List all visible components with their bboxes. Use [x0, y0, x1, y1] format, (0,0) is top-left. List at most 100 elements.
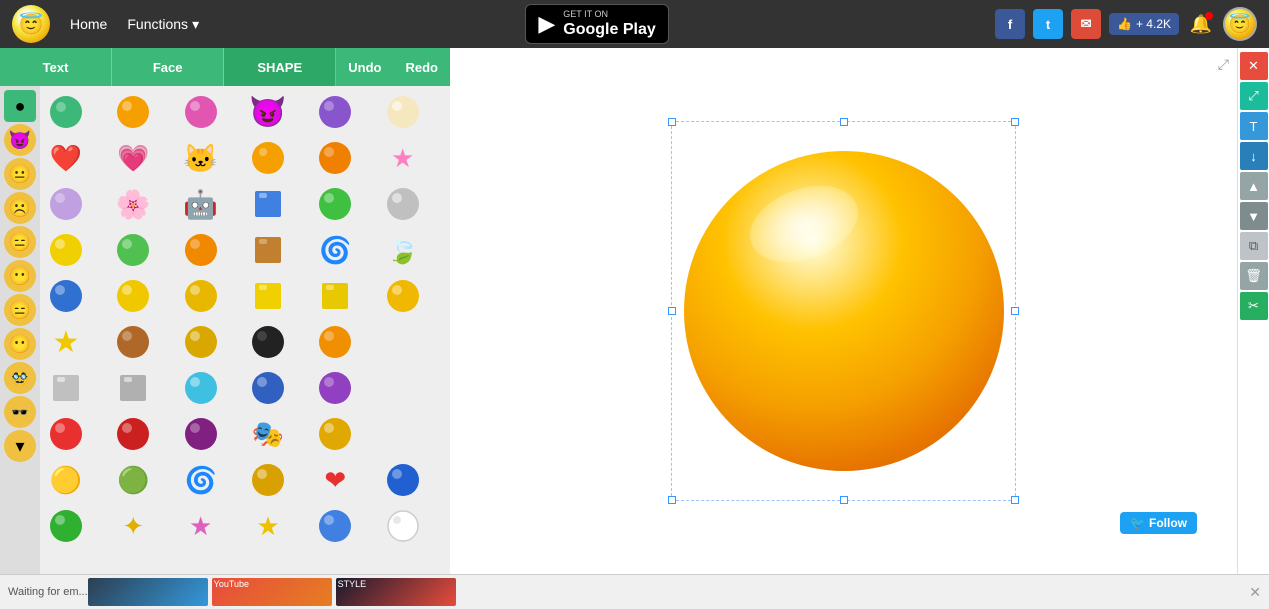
emoji-orange-ball4[interactable]: [313, 320, 357, 364]
emoji-green-circle[interactable]: [44, 90, 88, 134]
emoji-orange-ball2[interactable]: [313, 136, 357, 180]
face-item-6[interactable]: 😑: [4, 294, 36, 326]
like-button[interactable]: 👍 + 4.2K: [1109, 13, 1179, 35]
emoji-pattern[interactable]: 🎭: [246, 412, 290, 456]
emoji-cyan-ball[interactable]: [179, 366, 223, 410]
emoji-yellow-square[interactable]: [246, 274, 290, 318]
face-item-1[interactable]: 😈: [4, 124, 36, 156]
orange-ball[interactable]: [684, 151, 1004, 471]
emoji-heart2[interactable]: ❤: [313, 458, 357, 502]
emoji-green-ball3[interactable]: [111, 228, 155, 272]
twitter-button[interactable]: t: [1033, 9, 1063, 39]
emoji-red-ball[interactable]: [44, 412, 88, 456]
emoji-robot[interactable]: 🤖: [179, 182, 223, 226]
move-up-button[interactable]: ▲: [1240, 172, 1268, 200]
face-item-0[interactable]: ●: [4, 90, 36, 122]
copy-tool-button[interactable]: ⧉: [1240, 232, 1268, 260]
face-item-9[interactable]: 🕶️: [4, 396, 36, 428]
tab-text[interactable]: Text: [0, 48, 112, 86]
emoji-star-pink[interactable]: ★: [381, 136, 425, 180]
face-item-3[interactable]: ☹️: [4, 192, 36, 224]
emoji-silver-ball[interactable]: [381, 182, 425, 226]
emoji-yellow-ball2[interactable]: [111, 274, 155, 318]
emoji-black-ball[interactable]: [246, 320, 290, 364]
emoji-yellow-ball4[interactable]: [381, 274, 425, 318]
ad-thumb-3: STYLE: [336, 578, 456, 606]
ad-close-button[interactable]: ✕: [1249, 584, 1261, 601]
face-item-4[interactable]: 😑: [4, 226, 36, 258]
emoji-blue-square[interactable]: [246, 182, 290, 226]
text-tool-button[interactable]: T: [1240, 112, 1268, 140]
emoji-sunflower[interactable]: 🌸: [111, 182, 155, 226]
notification-bell[interactable]: 🔔: [1187, 10, 1215, 38]
emoji-lavender[interactable]: [44, 182, 88, 226]
emoji-purple-ball[interactable]: [313, 90, 357, 134]
emoji-brown-ball[interactable]: [111, 320, 155, 364]
user-avatar[interactable]: 😇: [1223, 7, 1257, 41]
face-item-8[interactable]: 🥸: [4, 362, 36, 394]
tab-face[interactable]: Face: [112, 48, 224, 86]
face-item-10[interactable]: ▾: [4, 430, 36, 462]
emoji-brown-square[interactable]: [246, 228, 290, 272]
emoji-yellow-square2[interactable]: [313, 274, 357, 318]
emoji-blue-ball3[interactable]: [381, 458, 425, 502]
emoji-green-ball4[interactable]: [44, 504, 88, 548]
emoji-green-ball2[interactable]: [313, 182, 357, 226]
emoji-yellow-ball3[interactable]: [179, 274, 223, 318]
emoji-face-cat[interactable]: 🐱: [179, 136, 223, 180]
emoji-orange-ball[interactable]: [111, 90, 155, 134]
tab-shape[interactable]: SHAPE: [224, 48, 336, 86]
emoji-orange-ball3[interactable]: [179, 228, 223, 272]
facebook-button[interactable]: f: [995, 9, 1025, 39]
emoji-gold-ball[interactable]: [179, 320, 223, 364]
emoji-devil-face[interactable]: 😈: [246, 90, 290, 134]
emoji-dark-purple[interactable]: [179, 412, 223, 456]
orange-ball-container[interactable]: [671, 121, 1016, 501]
google-play-button[interactable]: ▶ GET IT ON Google Play: [525, 4, 668, 44]
emoji-star-gold[interactable]: ★: [246, 504, 290, 548]
emoji-gold-ball2[interactable]: [313, 412, 357, 456]
face-item-2[interactable]: 😐: [4, 158, 36, 190]
expand-icon[interactable]: ⤢: [1218, 56, 1229, 73]
import-tool-button[interactable]: ↓: [1240, 142, 1268, 170]
twitter-follow-button[interactable]: 🐦 Follow: [1120, 512, 1197, 534]
emoji-silver-sq2[interactable]: [111, 366, 155, 410]
emoji-heart-red[interactable]: ❤️: [44, 136, 88, 180]
emoji-yellow-ball[interactable]: [44, 228, 88, 272]
emoji-leaf[interactable]: 🍃: [381, 228, 425, 272]
emoji-tiedye[interactable]: 🌀: [313, 228, 357, 272]
emoji-blue-ball[interactable]: [44, 274, 88, 318]
emoji-face-yellow[interactable]: 🟡: [44, 458, 88, 502]
close-tool-button[interactable]: ✕: [1240, 52, 1268, 80]
emoji-cream-ball[interactable]: [381, 90, 425, 134]
emoji-star-yellow[interactable]: ★: [44, 320, 88, 364]
emoji-heart-pink[interactable]: 💗: [111, 136, 155, 180]
emoji-face-green[interactable]: 🟢: [111, 458, 155, 502]
emoji-star-pink2[interactable]: ★: [179, 504, 223, 548]
functions-dropdown[interactable]: Functions ▾: [127, 16, 199, 33]
move-down-button[interactable]: ▼: [1240, 202, 1268, 230]
emoji-swirl[interactable]: 🌀: [179, 458, 223, 502]
delete-tool-button[interactable]: 🗑: [1240, 262, 1268, 290]
emoji-gold-ball3[interactable]: [246, 458, 290, 502]
emoji-blue-ball4[interactable]: [313, 504, 357, 548]
email-button[interactable]: ✉: [1071, 9, 1101, 39]
link-tool-button[interactable]: ✂: [1240, 292, 1268, 320]
emoji-star-sparkle[interactable]: ✦: [111, 504, 155, 548]
face-item-5[interactable]: 😶: [4, 260, 36, 292]
emoji-silver-sq[interactable]: [44, 366, 88, 410]
emoji-purple-ball2[interactable]: [313, 366, 357, 410]
resize-tool-button[interactable]: ⤢: [1240, 82, 1268, 110]
redo-button[interactable]: Redo: [394, 60, 451, 75]
undo-button[interactable]: Undo: [336, 60, 393, 75]
emoji-orange-face[interactable]: [246, 136, 290, 180]
home-link[interactable]: Home: [70, 16, 107, 32]
face-item-7[interactable]: 😶: [4, 328, 36, 360]
emoji-white-circle[interactable]: [381, 504, 425, 548]
emoji-red-ball2[interactable]: [111, 412, 155, 456]
ad-thumb-1: [88, 578, 208, 606]
logo: 😇: [12, 5, 50, 43]
emoji-pink-ball[interactable]: [179, 90, 223, 134]
google-play-get-text: GET IT ON: [563, 9, 655, 20]
emoji-blue-ball2[interactable]: [246, 366, 290, 410]
